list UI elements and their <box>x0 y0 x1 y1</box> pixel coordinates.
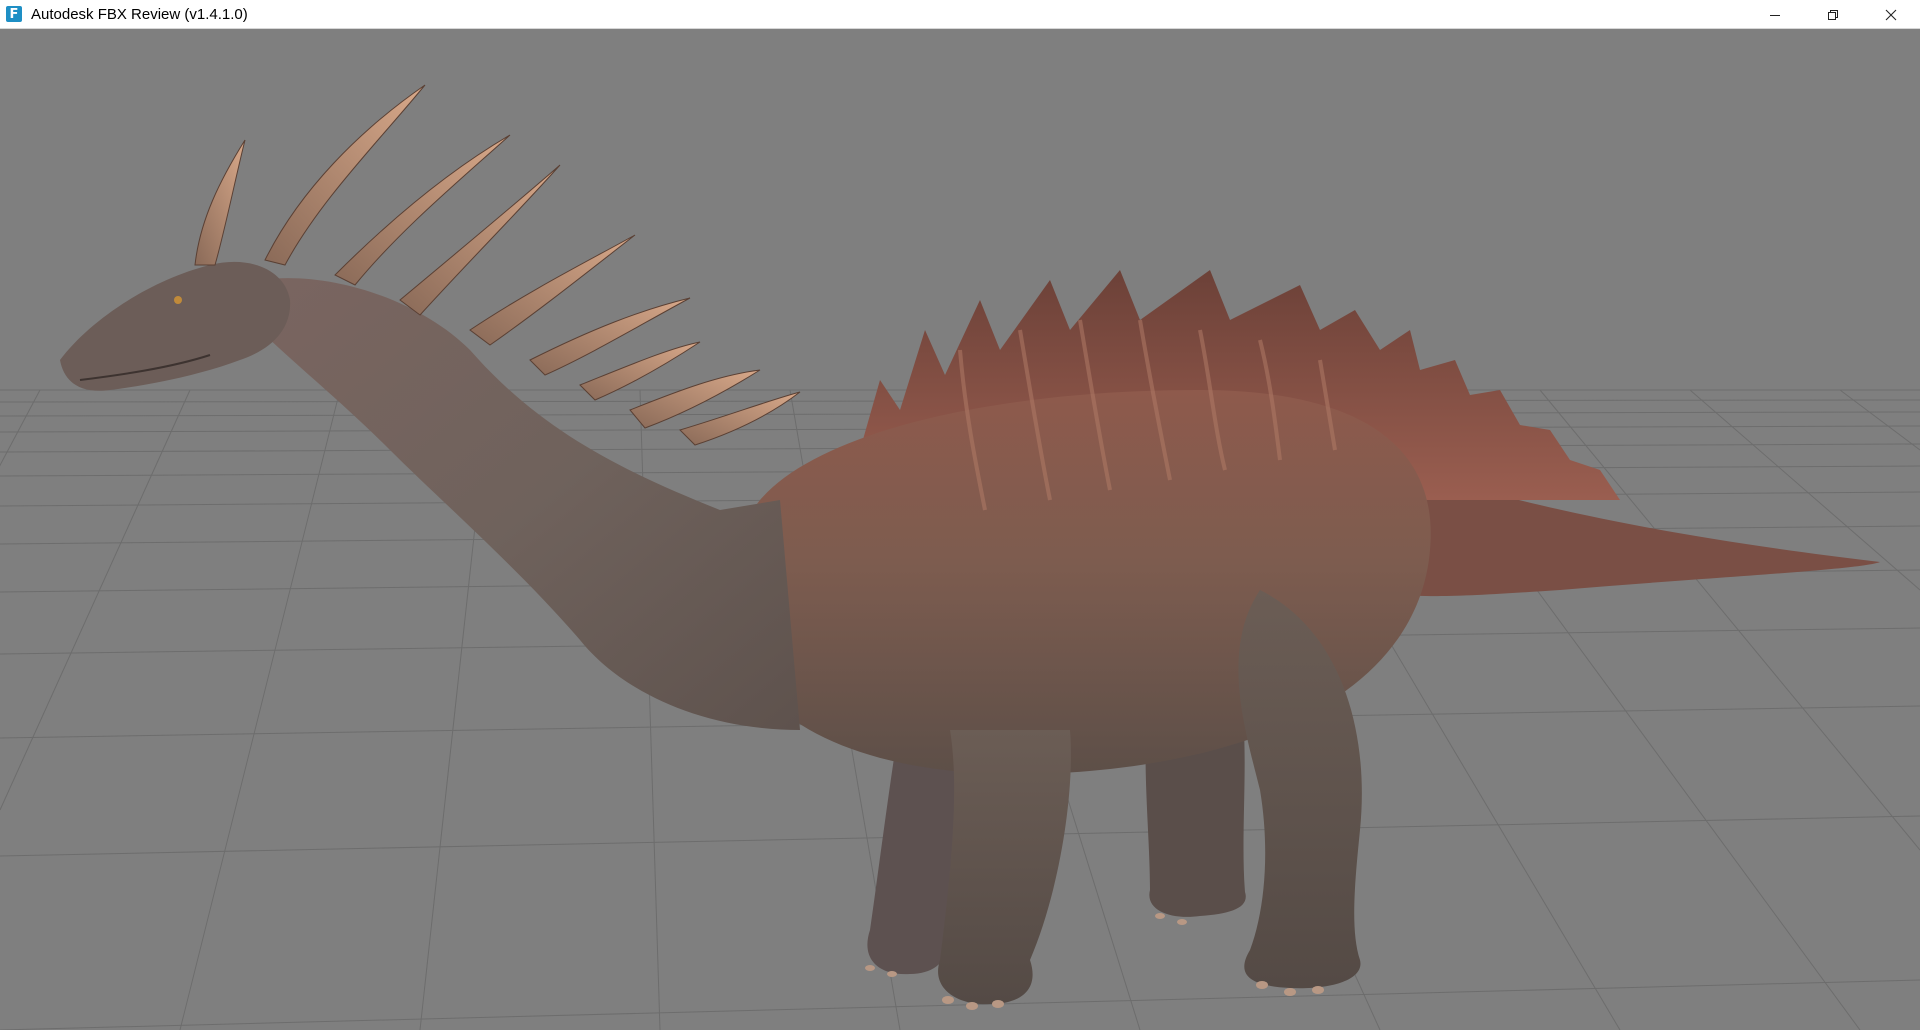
window-title: Autodesk FBX Review (v1.4.1.0) <box>31 5 248 23</box>
minimize-icon <box>1770 14 1780 16</box>
close-icon <box>1885 9 1897 20</box>
viewport-scene <box>0 84 1920 1030</box>
3d-viewport[interactable] <box>0 30 1920 1030</box>
title-bar[interactable]: F Autodesk FBX Review (v1.4.1.0) <box>0 0 1920 29</box>
restore-icon <box>1828 9 1838 20</box>
eye <box>174 296 182 304</box>
head <box>60 261 291 391</box>
app-icon[interactable]: F <box>6 6 22 22</box>
window-controls <box>1746 0 1920 29</box>
front-near-leg <box>938 730 1071 1005</box>
neck <box>260 278 800 730</box>
close-button[interactable] <box>1862 0 1920 29</box>
app-window: F Autodesk FBX Review (v1.4.1.0) <box>0 0 1920 1030</box>
minimize-button[interactable] <box>1746 0 1804 29</box>
restore-button[interactable] <box>1804 0 1862 29</box>
dinosaur-model <box>60 84 1880 1010</box>
